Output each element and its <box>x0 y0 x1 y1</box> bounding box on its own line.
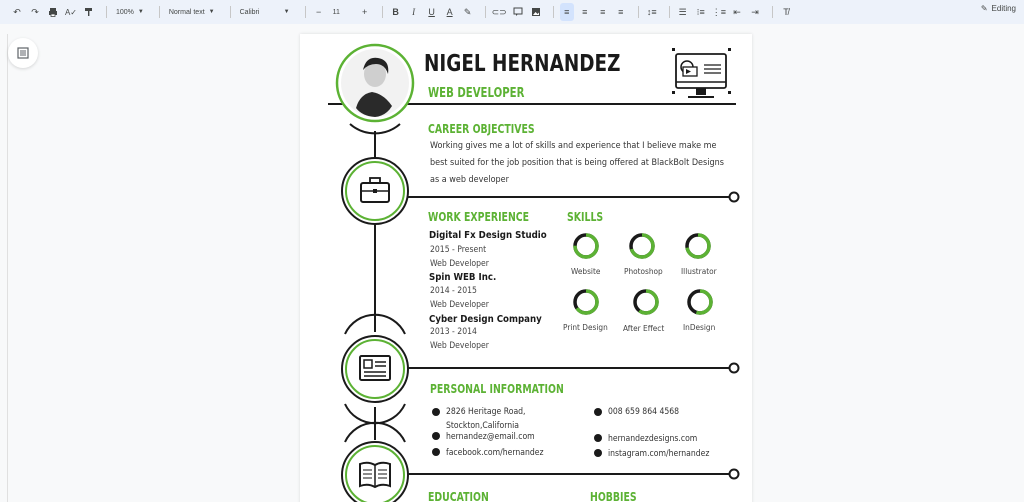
skill-label: Print Design <box>563 322 608 332</box>
clear-formatting-icon[interactable]: T̸ <box>779 3 793 21</box>
job-company: Cyber Design Company <box>429 314 542 325</box>
toolbar-divider <box>158 6 160 18</box>
vertical-ruler <box>0 34 8 502</box>
job-company: Digital Fx Design Studio <box>429 230 547 241</box>
toolbar-divider <box>484 6 486 18</box>
toolbar-divider <box>637 6 639 18</box>
skill-label: InDesign <box>683 322 716 332</box>
align-right-icon[interactable]: ≡ <box>596 3 610 21</box>
insert-image-icon[interactable] <box>529 3 543 21</box>
chevron-down-icon: ▼ <box>208 9 215 15</box>
outline-icon <box>17 47 29 59</box>
resume-name: NIGEL HERNANDEZ <box>424 51 621 77</box>
skill-label: Website <box>571 266 601 276</box>
job-years: 2014 - 2015 <box>430 285 477 295</box>
rule-end-dot <box>728 468 740 480</box>
globe-icon <box>594 434 602 442</box>
email-icon <box>432 432 440 440</box>
skills-heading: SKILLS <box>567 210 604 224</box>
work-heading: WORK EXPERIENCE <box>428 210 530 224</box>
objectives-text: Working gives me a lot of skills and exp… <box>430 141 724 185</box>
email-text: hernandez@email.com <box>446 431 535 441</box>
job-role: Web Developer <box>430 299 489 309</box>
docs-toolbar: ↶ ↷ A✓ 100% ▼ Normal text ▼ Calibri ▼ − 11 … <box>0 0 1024 24</box>
link-icon[interactable]: ⊂⊃ <box>492 3 507 21</box>
align-justify-icon[interactable]: ≡ <box>614 3 628 21</box>
editing-mode-label: Editing <box>991 4 1016 13</box>
redo-icon[interactable]: ↷ <box>28 3 42 21</box>
job-years: 2013 - 2014 <box>430 326 477 336</box>
align-center-icon[interactable]: ≡ <box>578 3 592 21</box>
profile-photo <box>335 43 415 135</box>
skill-label: Photoshop <box>624 266 663 276</box>
briefcase-icon <box>341 157 409 225</box>
document-outline-button[interactable] <box>8 38 38 68</box>
skill-label: After Effect <box>623 323 665 333</box>
address-line1: 2826 Heritage Road, <box>446 406 526 416</box>
chevron-down-icon: ▼ <box>283 9 290 15</box>
personal-heading: PERSONAL INFORMATION <box>430 382 564 396</box>
comment-icon[interactable] <box>511 3 525 21</box>
job-years: 2015 - Present <box>430 244 487 254</box>
toolbar-divider <box>771 6 773 18</box>
chevron-down-icon: ▼ <box>137 9 144 15</box>
monitor-icon <box>672 48 731 98</box>
font-size-input[interactable]: 11 <box>330 3 352 21</box>
numbered-list-icon[interactable]: ⋮≡ <box>712 3 726 21</box>
font-size-decrease-icon[interactable]: − <box>312 3 326 21</box>
toolbar-divider <box>381 6 383 18</box>
zoom-select[interactable]: 100% ▼ <box>113 3 147 21</box>
job-role: Web Developer <box>430 258 489 268</box>
align-left-icon[interactable]: ≡ <box>559 3 574 21</box>
highlight-icon[interactable]: ✎ <box>461 3 475 21</box>
undo-icon[interactable]: ↶ <box>10 3 24 21</box>
website-text: hernandezdesigns.com <box>608 433 698 443</box>
editing-mode-button[interactable]: ✎ Editing <box>981 4 1016 13</box>
rule-end-dot <box>728 362 740 374</box>
toolbar-divider <box>304 6 306 18</box>
checklist-icon[interactable]: ☰ <box>676 3 690 21</box>
toolbar-divider <box>229 6 231 18</box>
facebook-icon <box>432 448 440 456</box>
paint-format-icon[interactable] <box>82 3 96 21</box>
address-line2: Stockton,California <box>446 420 519 430</box>
spellcheck-icon[interactable]: A✓ <box>64 3 78 21</box>
resume-title: WEB DEVELOPER <box>428 86 525 101</box>
toolbar-divider <box>668 6 670 18</box>
facebook-text: facebook.com/hernandez <box>446 447 544 457</box>
italic-icon[interactable]: I <box>407 3 421 21</box>
toolbar-divider <box>552 6 554 18</box>
pencil-icon: ✎ <box>980 4 988 13</box>
toolbar-divider <box>106 6 107 18</box>
objectives-heading: CAREER OBJECTIVES <box>428 122 535 136</box>
increase-indent-icon[interactable]: ⇥ <box>748 3 762 21</box>
decrease-indent-icon[interactable]: ⇤ <box>730 3 744 21</box>
text-color-icon[interactable]: A <box>443 3 457 21</box>
line-spacing-icon[interactable]: ↕≡ <box>645 3 659 21</box>
font-select[interactable]: Calibri ▼ <box>237 3 293 21</box>
print-icon[interactable] <box>46 3 60 21</box>
style-select[interactable]: Normal text ▼ <box>166 3 218 21</box>
hobbies-heading: HOBBIES <box>590 490 637 502</box>
location-icon <box>432 408 440 416</box>
instagram-icon <box>594 449 602 457</box>
phone-text: 008 659 864 4568 <box>608 406 680 416</box>
education-heading: EDUCATION <box>428 490 489 502</box>
bulleted-list-icon[interactable]: ⁝≡ <box>694 3 708 21</box>
job-role: Web Developer <box>430 340 489 350</box>
job-company: Spin WEB Inc. <box>429 272 497 283</box>
rule-end-dot <box>728 191 740 203</box>
instagram-text: instagram.com/hernandez <box>608 448 710 458</box>
bold-icon[interactable]: B <box>389 3 403 21</box>
font-size-increase-icon[interactable]: + <box>358 3 372 21</box>
document-page[interactable]: NIGEL HERNANDEZ WEB DEVELOPER CAREER OBJ… <box>300 34 752 502</box>
phone-icon <box>594 408 602 416</box>
skill-label: Illustrator <box>681 266 717 276</box>
underline-icon[interactable]: U <box>425 3 439 21</box>
